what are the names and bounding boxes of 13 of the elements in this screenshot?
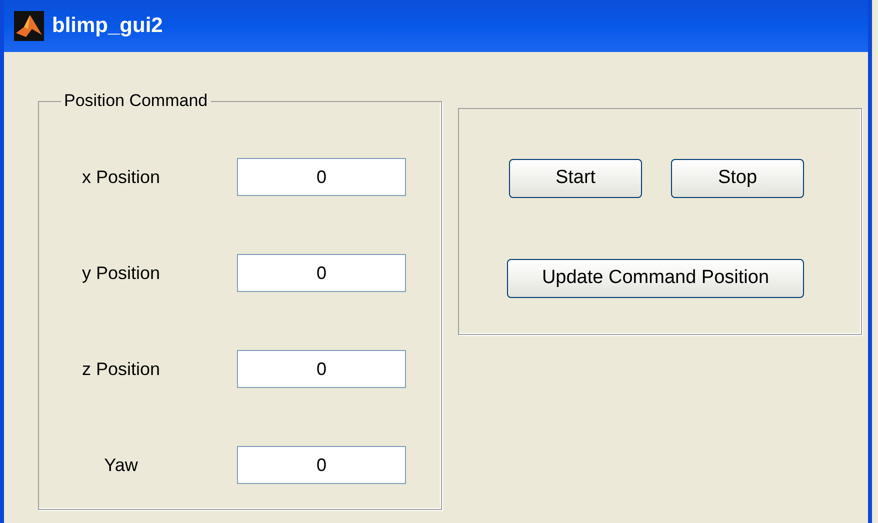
push-button[interactable]: Update Command Position (507, 259, 804, 298)
input-field[interactable]: 0 (237, 254, 406, 292)
field-label: y Position (82, 262, 160, 285)
input-field[interactable]: 0 (237, 446, 406, 484)
field-label: z Position (82, 358, 160, 380)
push-button[interactable]: Stop (671, 159, 804, 198)
input-field[interactable]: 0 (237, 350, 406, 388)
push-button[interactable]: Start (509, 159, 642, 198)
input-field[interactable]: 0 (237, 158, 406, 196)
field-label: x Position (82, 166, 160, 188)
field-label: Yaw (104, 454, 138, 476)
window-title: blimp_gui2 (52, 13, 163, 40)
peak-icon (14, 11, 44, 41)
